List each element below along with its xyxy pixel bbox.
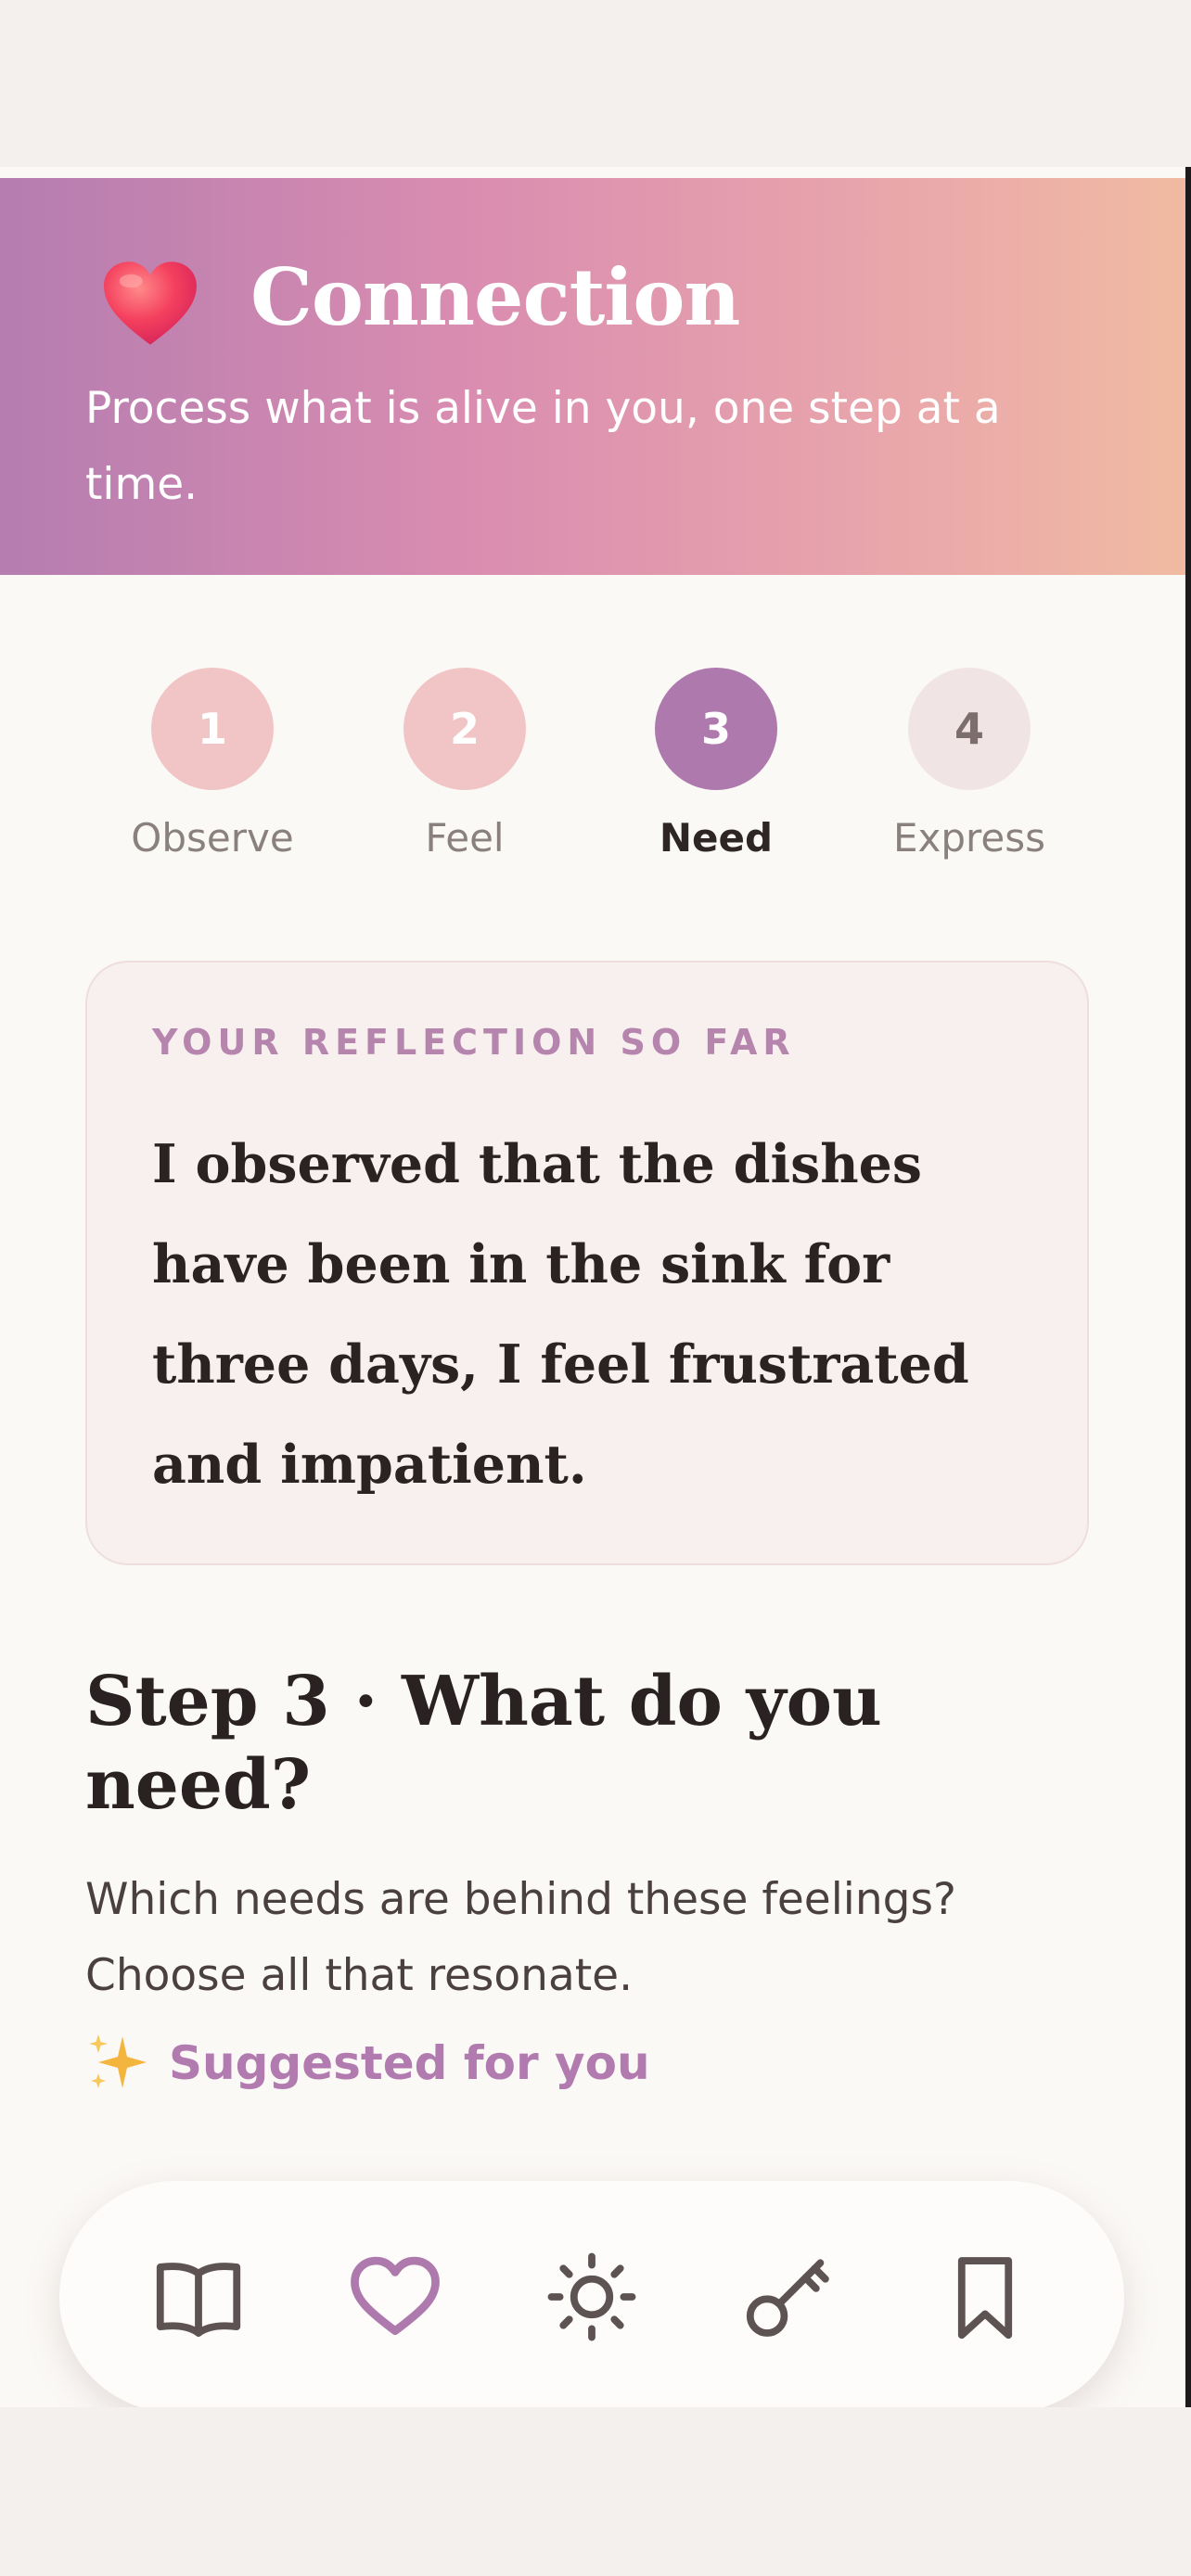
suggested-label: Suggested for you [169, 2036, 650, 2090]
nav-connection[interactable] [326, 2227, 465, 2366]
heart-outline-icon [351, 2256, 440, 2336]
reflection-label: YOUR REFLECTION SO FAR [152, 1022, 796, 1063]
step-express[interactable]: 4 Express [858, 668, 1081, 866]
bottom-navigation [59, 2181, 1124, 2407]
bookmark-icon [957, 2257, 1013, 2340]
step-need[interactable]: 3 Need [605, 668, 827, 866]
nav-unlock[interactable] [719, 2227, 858, 2366]
step-description: Which needs are behind these feelings? C… [85, 1874, 956, 2001]
reflection-text: I observed that the dishes have been in … [152, 1133, 969, 1496]
step-heading: Step 3 · What do you need? [85, 1662, 882, 1825]
step-number-badge: 1 [151, 668, 274, 790]
step-number-badge: 2 [403, 668, 526, 790]
book-icon [156, 2263, 241, 2337]
app-screen: Connection Process what is alive in you,… [0, 167, 1191, 2407]
page-title: Connection [250, 251, 740, 343]
reflection-card: YOUR REFLECTION SO FAR I observed that t… [85, 961, 1089, 1565]
nav-daily[interactable] [522, 2227, 661, 2366]
step-feel[interactable]: 2 Feel [353, 668, 576, 866]
sun-icon [547, 2252, 636, 2341]
sparkle-icon [89, 2034, 147, 2088]
step-label: Need [659, 815, 774, 861]
step-number-badge: 3 [655, 668, 777, 790]
heart-icon [104, 261, 197, 345]
step-label: Observe [131, 815, 294, 861]
nav-journal[interactable] [129, 2227, 268, 2366]
key-icon [746, 2259, 829, 2337]
step-label: Feel [425, 815, 505, 861]
step-label: Express [892, 815, 1045, 861]
page-subtitle: Process what is alive in you, one step a… [85, 383, 1001, 510]
step-number-badge: 4 [908, 668, 1031, 790]
nav-saved[interactable] [916, 2227, 1055, 2366]
header-banner: Connection Process what is alive in you,… [0, 178, 1185, 575]
suggested-section-header: Suggested for you [85, 2021, 650, 2105]
step-observe[interactable]: 1 Observe [101, 668, 324, 866]
